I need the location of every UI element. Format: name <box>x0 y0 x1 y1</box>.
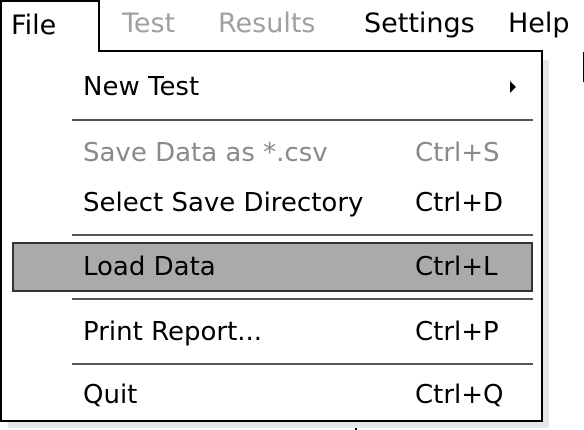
menu-separator <box>72 298 533 300</box>
popup-shadow-bottom <box>8 422 549 428</box>
menu-item-quit-shortcut: Ctrl+Q <box>415 380 504 410</box>
menu-separator <box>72 234 533 236</box>
menu-item-quit-label: Quit <box>83 380 138 410</box>
menu-item-select-save-directory[interactable]: Select Save Directory Ctrl+D <box>2 178 541 228</box>
menu-item-select-save-directory-shortcut: Ctrl+D <box>415 188 504 218</box>
menu-item-quit[interactable]: Quit Ctrl+Q <box>2 370 541 420</box>
menu-separator <box>72 363 533 365</box>
menu-item-new-test[interactable]: New Test <box>2 62 541 112</box>
menu-item-save-data-shortcut: Ctrl+S <box>415 138 500 168</box>
menu-item-load-data-label: Load Data <box>83 252 216 282</box>
file-menu-dropdown: New Test Save Data as *.csv Ctrl+S Selec… <box>0 50 543 422</box>
menu-item-select-save-directory-label: Select Save Directory <box>83 188 364 218</box>
popup-shadow-right <box>543 60 549 428</box>
menu-item-load-data-shortcut: Ctrl+L <box>415 252 498 282</box>
menu-separator <box>72 119 533 121</box>
menu-results-label: Results <box>218 8 316 39</box>
menu-file[interactable]: File <box>0 0 100 52</box>
menu-item-new-test-label: New Test <box>83 72 200 102</box>
menu-item-print-report-shortcut: Ctrl+P <box>415 317 499 347</box>
menu-item-print-report-label: Print Report... <box>83 317 263 347</box>
menu-settings-label: Settings <box>364 8 475 39</box>
submenu-arrow-icon <box>510 81 516 93</box>
menu-test-label: Test <box>122 8 176 39</box>
menu-help-label: Help <box>508 8 570 39</box>
menu-item-save-data-label: Save Data as *.csv <box>83 138 328 168</box>
menu-item-save-data[interactable]: Save Data as *.csv Ctrl+S <box>2 128 541 178</box>
menu-file-label: File <box>11 10 57 41</box>
menu-bar: File Test Results Settings Help <box>0 0 584 52</box>
menu-item-print-report[interactable]: Print Report... Ctrl+P <box>2 307 541 357</box>
menu-item-load-data[interactable]: Load Data Ctrl+L <box>12 242 533 292</box>
